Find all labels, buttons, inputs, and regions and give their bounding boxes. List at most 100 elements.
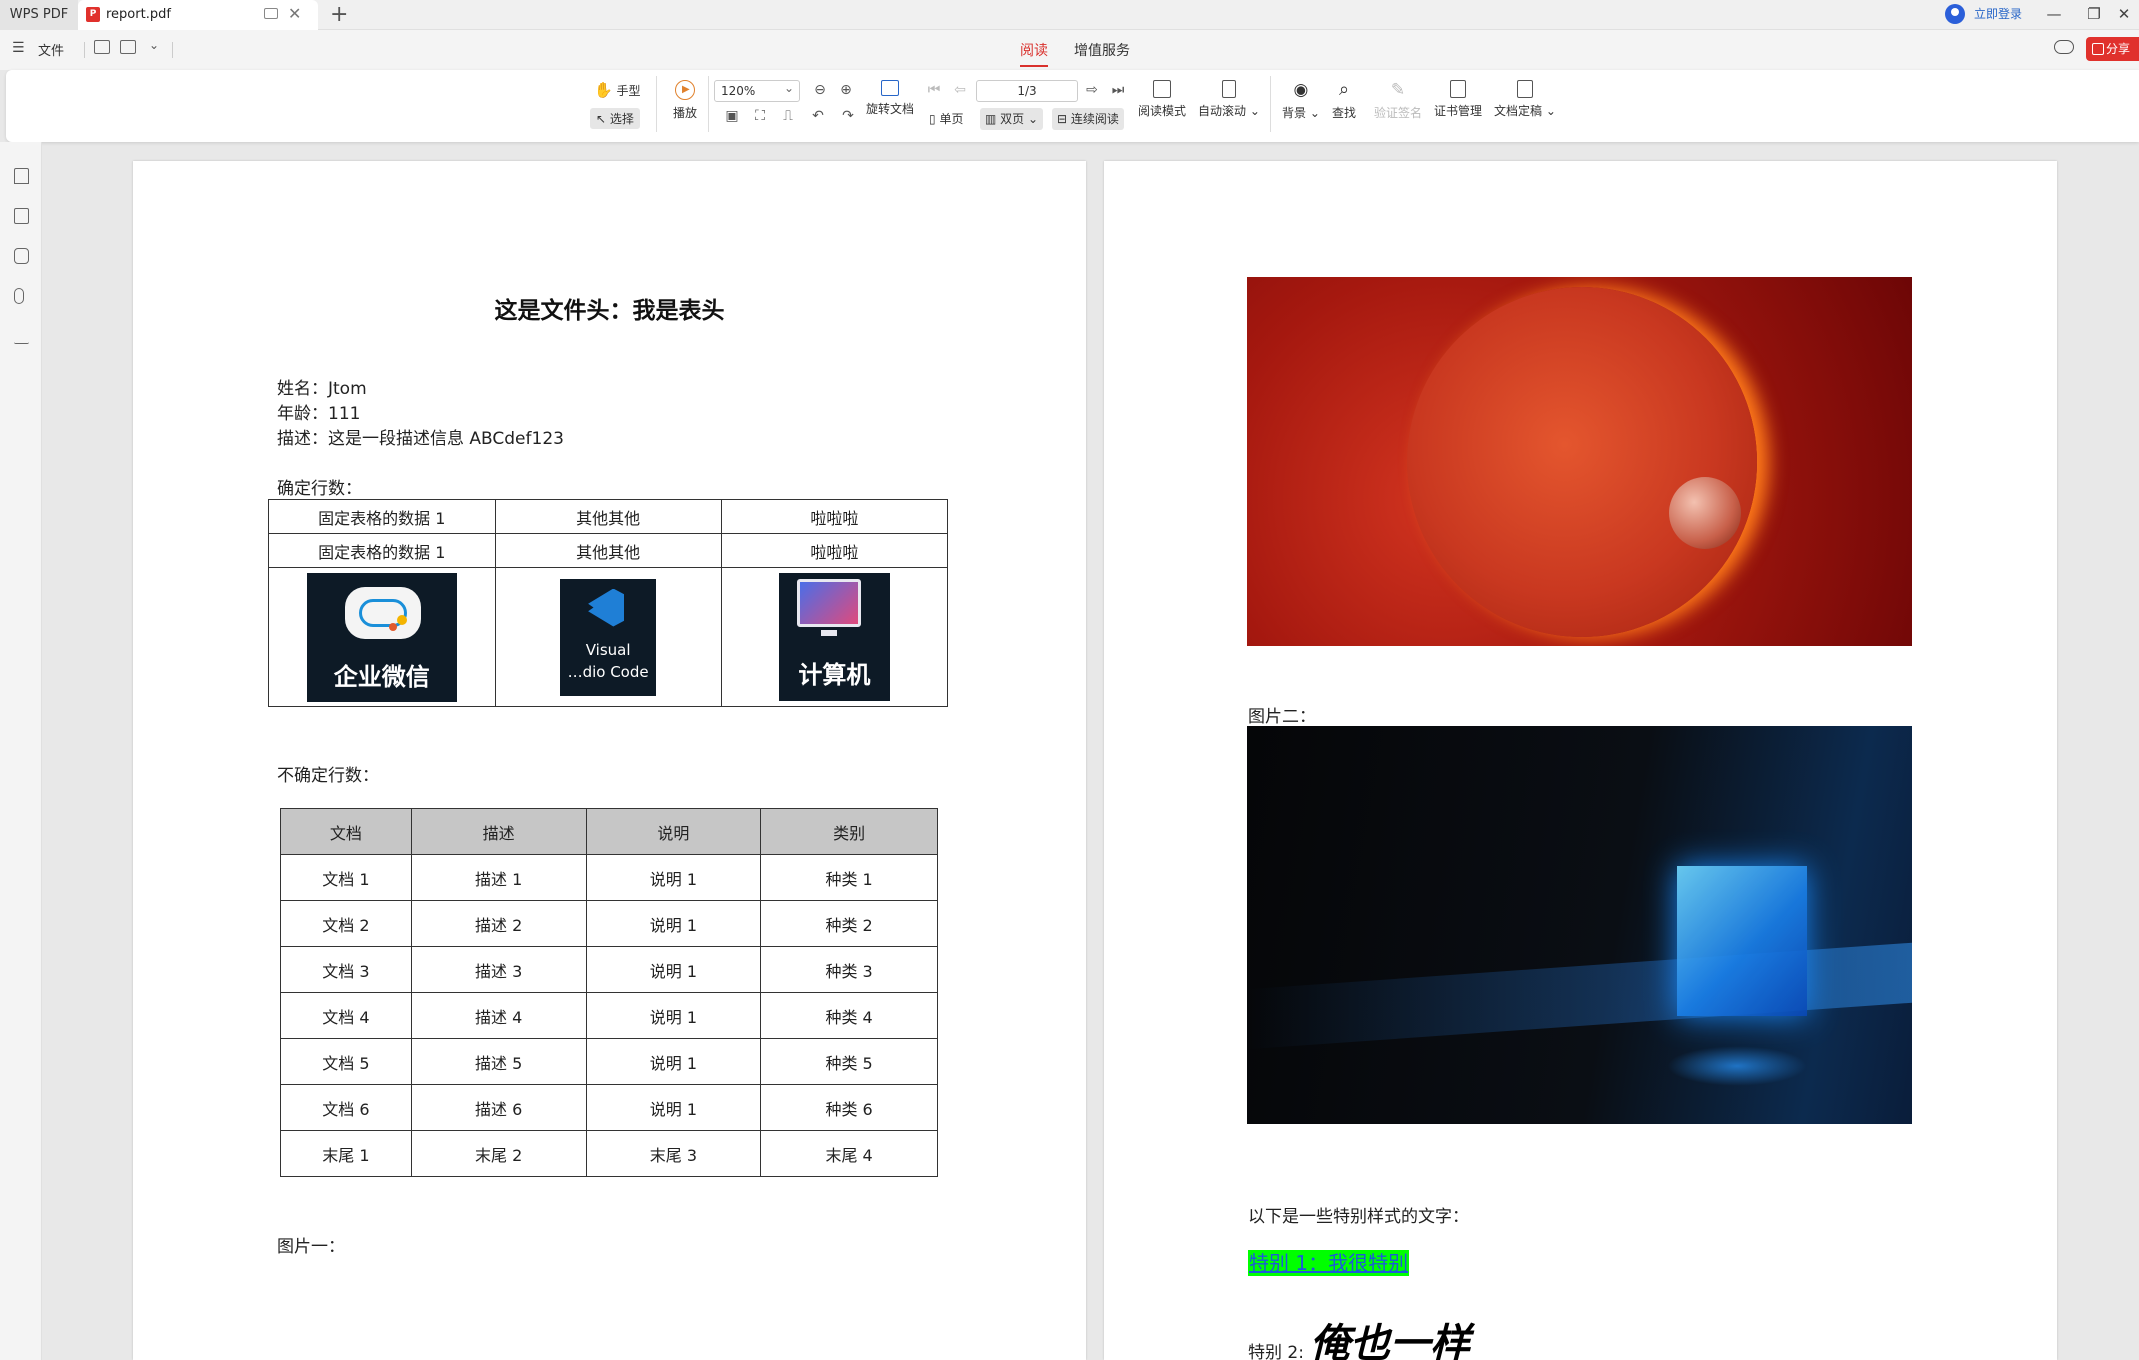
hand-tool-button[interactable]: ✋ 手型 — [594, 81, 641, 99]
table-cell: 文档 1 — [280, 854, 412, 901]
table-cell: 文档 6 — [280, 1084, 412, 1131]
rotate-document-button[interactable]: 旋转文档 — [866, 80, 914, 117]
wecom-logo-text: 企业微信 — [333, 662, 430, 691]
search-icon: ⌕ — [1338, 79, 1350, 100]
fixed-row-table: 固定表格的数据 1 其他其他 啦啦啦 固定表格的数据 1 其他其他 啦啦啦 企业… — [268, 499, 949, 707]
eye-icon: ◉ — [1293, 80, 1309, 100]
continuous-icon: ⊟ — [1057, 112, 1068, 126]
menu-divider — [84, 42, 85, 58]
table-row: 企业微信 Visual …dio Code 计算机 — [268, 567, 949, 707]
zoom-in-icon[interactable]: ⊕ — [838, 82, 854, 98]
page-number-input[interactable]: 1/3 — [976, 80, 1078, 102]
app-tab[interactable]: WPS PDF — [0, 0, 78, 30]
zoom-out-icon[interactable]: ⊖ — [812, 82, 828, 98]
cloud-sync-icon[interactable] — [2054, 40, 2074, 54]
play-button[interactable]: ▶ 播放 — [670, 80, 700, 121]
tab-value-added[interactable]: 增值服务 — [1074, 40, 1130, 60]
title-bar: WPS PDF P report.pdf ✕ + 立即登录 — ❐ ✕ — [0, 0, 2139, 36]
chevron-down-icon[interactable]: ⌄ — [149, 38, 159, 52]
bookmark-icon[interactable] — [14, 168, 29, 184]
pdf-icon: P — [86, 7, 100, 22]
next-page-icon[interactable]: ⇨ — [1084, 82, 1100, 98]
first-page-icon[interactable]: ⏮ — [926, 82, 942, 98]
zoom-select[interactable]: 120% — [714, 78, 800, 102]
minimize-button[interactable]: — — [2034, 0, 2074, 30]
open-folder-icon[interactable] — [94, 40, 110, 54]
comment-icon[interactable] — [14, 248, 29, 264]
table-row: 固定表格的数据 1 其他其他 啦啦啦 — [268, 533, 949, 568]
close-tab-icon[interactable]: ✕ — [288, 4, 301, 24]
fit-page-icon[interactable]: ⛶ — [752, 108, 768, 124]
play-icon: ▶ — [675, 80, 695, 100]
find-label: 查找 — [1332, 106, 1357, 120]
attachment-icon[interactable] — [14, 288, 24, 304]
find-button[interactable]: ⌕ 查找 — [1332, 80, 1356, 121]
tab-read[interactable]: 阅读 — [1020, 40, 1048, 67]
hamburger-icon[interactable]: ☰ — [12, 40, 25, 56]
rotate-right-icon[interactable]: ↷ — [840, 108, 856, 124]
actual-size-icon[interactable]: ▣ — [724, 108, 740, 124]
table-cell: 固定表格的数据 1 — [268, 499, 496, 534]
rotate-document-icon — [881, 80, 899, 96]
rotate-left-icon[interactable]: ↶ — [810, 108, 826, 124]
column-header: 类别 — [760, 808, 938, 855]
hand-label: 手型 — [616, 84, 641, 98]
double-page-button[interactable]: ▥ 双页 ⌄ — [980, 108, 1044, 130]
table-cell: 文档 5 — [280, 1038, 412, 1085]
file-menu[interactable]: 文件 — [38, 40, 64, 59]
column-header: 描述 — [410, 808, 587, 855]
special-text-2: 俺也一样 — [1310, 1320, 1470, 1360]
continuous-reading-button[interactable]: ⊟ 连续阅读 — [1052, 108, 1124, 130]
print-icon[interactable] — [120, 40, 136, 54]
table-cell: 文档 3 — [280, 946, 412, 993]
table-cell: 种类 3 — [760, 946, 938, 993]
special-intro: 以下是一些特别样式的文字： — [1248, 1207, 1469, 1227]
user-avatar-icon[interactable] — [1945, 4, 1965, 24]
double-page-label: 双页 — [1000, 112, 1025, 126]
single-page-button[interactable]: ▯ 单页 — [924, 108, 968, 130]
vscode-logo-text-1: Visual — [585, 640, 631, 659]
reading-mode-label: 阅读模式 — [1138, 104, 1187, 118]
table-row: 文档 3 描述 3 说明 1 种类 3 — [280, 946, 938, 993]
info-name: 姓名：Jtom — [277, 379, 367, 399]
share-button[interactable]: 分享 — [2086, 37, 2139, 61]
info-description: 描述：这是一段描述信息 ABCdef123 — [277, 429, 564, 449]
login-link[interactable]: 立即登录 — [1974, 0, 2022, 28]
signature-icon[interactable] — [14, 328, 29, 344]
certificate-management-button[interactable]: 证书管理 — [1434, 80, 1482, 119]
glass-cube-image — [1247, 726, 1912, 1124]
document-tab[interactable]: P report.pdf ✕ — [78, 0, 318, 36]
monitor-icon — [796, 579, 861, 627]
verify-signature-button[interactable]: ✎ 验证签名 — [1374, 80, 1422, 121]
new-tab-button[interactable]: + — [330, 2, 348, 28]
fit-width-icon[interactable]: ⎍ — [780, 108, 796, 124]
auto-scroll-button[interactable]: 自动滚动 ⌄ — [1198, 80, 1260, 119]
left-sidebar — [0, 142, 42, 1360]
wecom-logo: 企业微信 — [306, 572, 457, 702]
toolbar-divider — [656, 76, 657, 132]
vscode-icon — [588, 588, 625, 627]
table-cell: 描述 6 — [410, 1084, 587, 1131]
last-page-icon[interactable]: ⏭ — [1110, 82, 1126, 98]
select-tool-button[interactable]: ↖ 选择 — [590, 108, 640, 129]
previous-page-icon[interactable]: ⇦ — [952, 82, 968, 98]
background-button[interactable]: ◉ 背景 ⌄ — [1282, 80, 1320, 121]
glass-cube — [1677, 866, 1807, 1016]
table-cell: 种类 1 — [760, 854, 938, 901]
table-cell: 描述 5 — [410, 1038, 587, 1085]
close-window-button[interactable]: ✕ — [2104, 0, 2139, 30]
computer-logo-text: 计算机 — [798, 661, 871, 689]
book-icon — [1153, 80, 1171, 98]
table-row: 文档 4 描述 4 说明 1 种类 4 — [280, 992, 938, 1039]
finalize-document-button[interactable]: 文档定稿 ⌄ — [1494, 80, 1556, 119]
verify-signature-label: 验证签名 — [1374, 106, 1423, 120]
background-label: 背景 — [1282, 106, 1307, 120]
monitor-icon[interactable] — [264, 8, 278, 19]
vscode-logo-text-2: …dio Code — [567, 662, 649, 681]
table-row: 文档 6 描述 6 说明 1 种类 6 — [280, 1084, 938, 1131]
reading-mode-button[interactable]: 阅读模式 — [1138, 80, 1186, 119]
table-cell: 说明 1 — [585, 900, 762, 947]
cube-reflection — [1667, 1046, 1807, 1086]
table-cell: 其他其他 — [494, 533, 722, 568]
thumbnail-icon[interactable] — [14, 208, 29, 224]
